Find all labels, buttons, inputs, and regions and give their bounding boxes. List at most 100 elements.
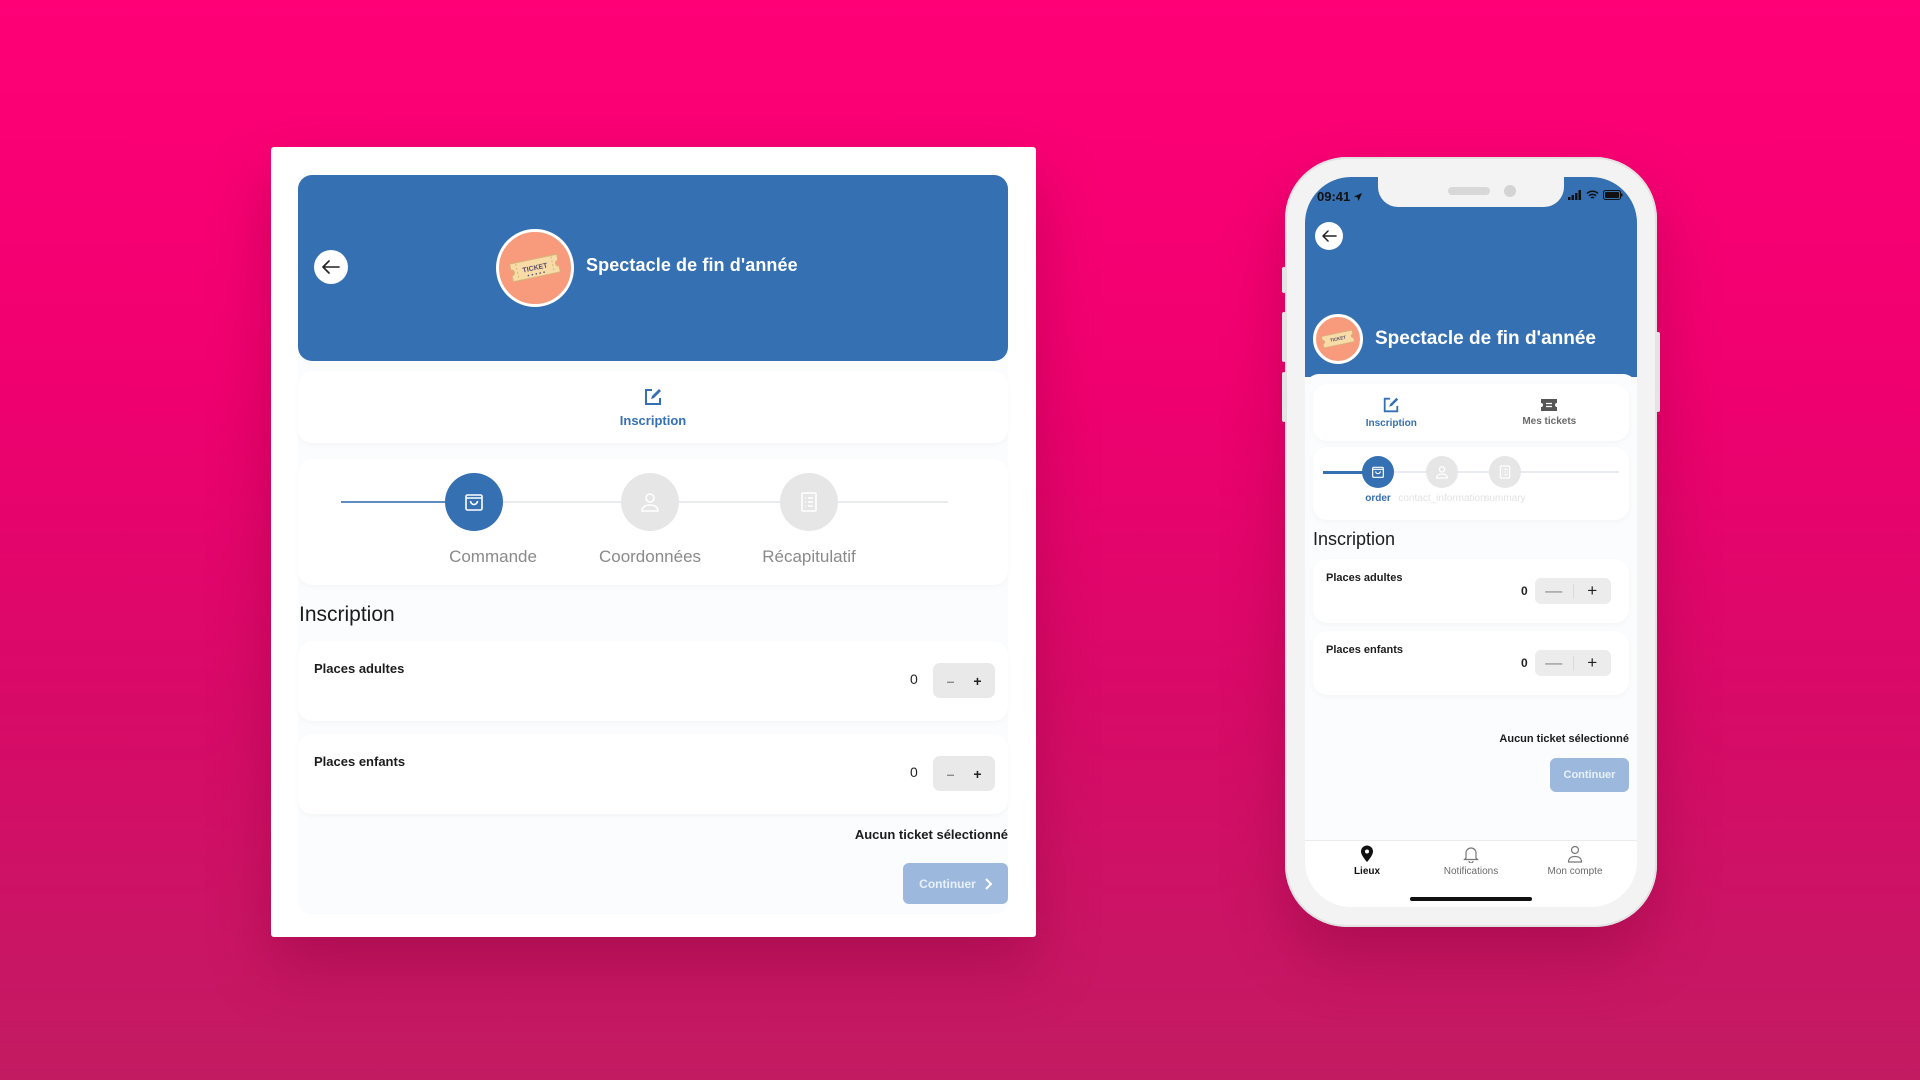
power-button <box>1656 332 1660 412</box>
tab-inscription[interactable]: Inscription <box>1366 396 1417 429</box>
continue-label: Continuer <box>919 876 976 891</box>
step-order[interactable] <box>1362 456 1394 488</box>
mute-switch <box>1282 267 1286 293</box>
quantity-value: 0 <box>1521 584 1528 598</box>
chevron-right-icon <box>985 877 992 890</box>
tab-label: Mes tickets <box>1522 416 1577 427</box>
front-camera <box>1504 185 1516 197</box>
row-label: Places enfants <box>1326 644 1404 656</box>
volume-down-button <box>1282 372 1286 422</box>
ticket-row-children: Places enfants 0 – + <box>298 734 1008 814</box>
ticket-icon: TICKET <box>509 253 561 283</box>
step-order[interactable] <box>445 473 503 531</box>
quantity-value: 0 <box>910 764 918 780</box>
continue-button[interactable]: Continuer <box>903 863 1008 904</box>
tab-inscription[interactable]: Inscription <box>620 387 686 428</box>
phone-content: Inscription Mes tickets order contact_in… <box>1305 374 1637 834</box>
step-label: Coordonnées <box>598 547 702 566</box>
increment-button[interactable]: + <box>966 766 990 782</box>
nav-label: Notifications <box>1443 866 1499 877</box>
increment-button[interactable]: + <box>1574 650 1612 676</box>
phone-notch <box>1378 177 1564 207</box>
phone-mockup: 09:41 TICKET Spectacle de fin d'année In… <box>1282 157 1660 927</box>
nav-label: Lieux <box>1353 866 1381 877</box>
tab-bar: Inscription <box>298 371 1008 443</box>
step-summary[interactable] <box>1489 456 1521 488</box>
tab-label: Inscription <box>619 412 687 428</box>
bell-icon <box>1463 847 1479 863</box>
ticket-row-adults: Places adultes 0 — + <box>1313 559 1629 623</box>
event-header: TICKET Spectacle de fin d'année <box>298 175 1008 361</box>
location-arrow-icon <box>1354 192 1363 201</box>
nav-account[interactable]: Mon compte <box>1530 845 1620 907</box>
checklist-icon <box>1499 465 1511 479</box>
step-contact[interactable] <box>621 473 679 531</box>
quantity-stepper: – + <box>933 663 995 698</box>
ticket-icon: TICKET <box>1321 329 1355 349</box>
step-label: summary <box>1484 493 1526 504</box>
step-connector <box>1323 471 1363 474</box>
step-connector <box>828 501 948 503</box>
edit-icon <box>1384 397 1399 413</box>
clock: 09:41 <box>1317 189 1351 204</box>
user-icon <box>641 493 659 512</box>
home-indicator[interactable] <box>1410 897 1532 901</box>
selection-status: Aucun ticket sélectionné <box>1499 733 1629 745</box>
tab-label: Inscription <box>1365 418 1417 429</box>
user-icon <box>1567 845 1583 863</box>
event-avatar: TICKET <box>496 229 574 307</box>
status-icons <box>1568 190 1623 200</box>
quantity-stepper: — + <box>1535 650 1611 676</box>
user-icon <box>1436 466 1448 479</box>
row-label: Places adultes <box>1326 572 1403 584</box>
step-contact[interactable] <box>1426 456 1458 488</box>
decrement-button[interactable]: — <box>1535 650 1573 676</box>
step-connector <box>341 501 451 503</box>
phone-screen: 09:41 TICKET Spectacle de fin d'année In… <box>1305 177 1637 907</box>
event-title: Spectacle de fin d'année <box>1375 328 1596 349</box>
wifi-icon <box>1586 190 1599 199</box>
step-summary[interactable] <box>780 473 838 531</box>
event-avatar: TICKET <box>1313 314 1363 364</box>
speaker <box>1448 187 1490 195</box>
nav-label: Mon compte <box>1547 866 1603 877</box>
section-title: Inscription <box>1313 529 1396 549</box>
event-header: 09:41 TICKET Spectacle de fin d'année <box>1305 177 1637 377</box>
step-label: Commande <box>449 547 537 566</box>
battery-icon <box>1603 190 1623 200</box>
signal-icon <box>1568 190 1581 200</box>
volume-up-button <box>1282 312 1286 362</box>
status-time: 09:41 <box>1317 189 1363 204</box>
shopping-bag-icon <box>1372 466 1384 478</box>
event-title: Spectacle de fin d'année <box>586 255 798 275</box>
continue-button[interactable]: Continuer <box>1550 758 1629 792</box>
ticket-row-children: Places enfants 0 — + <box>1313 631 1629 695</box>
shopping-bag-icon <box>465 494 483 511</box>
order-stepper: Commande Coordonnées Récapitulatif <box>298 459 1008 585</box>
tab-my-tickets[interactable]: Mes tickets <box>1522 398 1576 427</box>
quantity-value: 0 <box>910 671 918 687</box>
decrement-button[interactable]: – <box>939 766 963 782</box>
decrement-button[interactable]: – <box>939 673 963 689</box>
decrement-button[interactable]: — <box>1535 578 1573 604</box>
back-button[interactable] <box>314 250 348 284</box>
edit-icon <box>644 388 661 405</box>
increment-button[interactable]: + <box>966 673 990 689</box>
row-label: Places adultes <box>314 661 405 676</box>
checklist-icon <box>801 492 817 512</box>
arrow-left-icon <box>322 260 340 274</box>
selection-status: Aucun ticket sélectionné <box>854 827 1008 842</box>
quantity-stepper: – + <box>933 756 995 791</box>
back-button[interactable] <box>1315 222 1343 250</box>
ticket-row-adults: Places adultes 0 – + <box>298 641 1008 721</box>
map-pin-icon <box>1361 845 1373 862</box>
nav-lieux[interactable]: Lieux <box>1322 845 1412 907</box>
tablet-screen: TICKET Spectacle de fin d'année Inscript… <box>298 175 1008 915</box>
increment-button[interactable]: + <box>1574 578 1612 604</box>
step-label: contact_information <box>1398 493 1486 504</box>
order-stepper: order contact_information summary <box>1313 447 1629 520</box>
quantity-stepper: — + <box>1535 578 1611 604</box>
row-label: Places enfants <box>314 754 406 769</box>
ticket-icon <box>1541 399 1558 411</box>
section-title: Inscription <box>299 603 395 626</box>
